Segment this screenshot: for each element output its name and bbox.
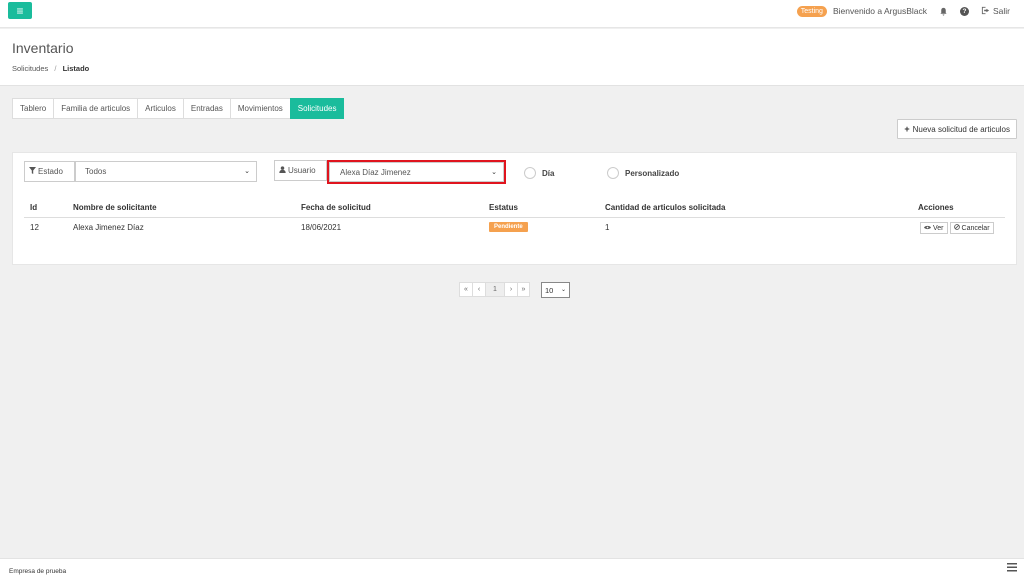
radio-personalizado-circle[interactable] bbox=[607, 167, 619, 179]
usuario-filter-label: Usuario bbox=[274, 160, 327, 181]
column-header-nombre: Nombre de solicitante bbox=[73, 203, 157, 212]
estado-selected-value: Todos bbox=[85, 167, 107, 176]
user-area: Testing Bienvenido a ArgusBlack ? Salir bbox=[796, 3, 1010, 19]
sidebar-toggle-icon[interactable] bbox=[1007, 563, 1017, 572]
column-header-fecha: Fecha de solicitud bbox=[301, 203, 371, 212]
tab-familia-de-articulos[interactable]: Familia de articulos bbox=[53, 98, 138, 119]
column-header-estatus: Estatus bbox=[489, 203, 518, 212]
user-icon bbox=[279, 166, 286, 175]
cell-cantidad: 1 bbox=[605, 223, 610, 232]
plus-icon: + bbox=[904, 124, 910, 134]
top-navbar: ≡ Testing Bienvenido a ArgusBlack ? Sali… bbox=[0, 0, 1024, 28]
row-actions: Ver Cancelar bbox=[920, 222, 994, 234]
cell-nombre: Alexa Jimenez Díaz bbox=[73, 223, 144, 232]
column-header-id: Id bbox=[30, 203, 38, 212]
footer: Empresa de prueba bbox=[0, 558, 1024, 577]
cell-id: 12 bbox=[30, 223, 39, 232]
sign-out-icon bbox=[981, 6, 990, 17]
bell-icon[interactable] bbox=[939, 7, 948, 16]
pagination-page-1[interactable]: 1 bbox=[485, 282, 504, 297]
hamburger-menu-button[interactable]: ≡ bbox=[8, 2, 32, 19]
view-label: Ver bbox=[933, 224, 944, 232]
pagination-prev[interactable]: ‹ bbox=[472, 282, 485, 297]
tab-entradas[interactable]: Entradas bbox=[182, 98, 230, 119]
cancel-label: Cancelar bbox=[961, 224, 990, 232]
page-title: Inventario bbox=[12, 40, 74, 56]
menu-icon: ≡ bbox=[16, 3, 24, 18]
tab-solicitudes[interactable]: Solicitudes bbox=[289, 98, 345, 119]
pagination: « ‹ 1 › » bbox=[459, 282, 530, 297]
column-header-acciones: Acciones bbox=[918, 203, 954, 212]
per-page-select[interactable]: 10 ⌄ bbox=[541, 282, 570, 298]
new-request-label: Nueva solicitud de articulos bbox=[912, 124, 1010, 134]
pagination-last[interactable]: » bbox=[517, 282, 530, 297]
cell-fecha: 18/06/2021 bbox=[301, 223, 342, 232]
chevron-down-icon: ⌄ bbox=[244, 168, 250, 175]
ban-icon bbox=[953, 224, 960, 232]
per-page-value: 10 bbox=[545, 285, 554, 295]
view-button[interactable]: Ver bbox=[920, 222, 948, 234]
logout-label: Salir bbox=[992, 6, 1010, 16]
breadcrumb: Solicitudes / Listado bbox=[12, 64, 89, 73]
radio-dia[interactable]: Día bbox=[524, 167, 554, 179]
estado-label: Estado bbox=[38, 167, 63, 176]
usuario-select-highlight bbox=[327, 160, 506, 184]
eye-icon bbox=[924, 225, 931, 232]
table-row: 12 Alexa Jimenez Díaz 18/06/2021 Pendien… bbox=[24, 220, 1005, 238]
help-icon[interactable]: ? bbox=[959, 6, 969, 16]
usuario-label: Usuario bbox=[288, 166, 316, 175]
page-header: Inventario Solicitudes / Listado bbox=[0, 29, 1024, 86]
cancel-button[interactable]: Cancelar bbox=[949, 222, 994, 234]
logout-button[interactable]: Salir bbox=[981, 6, 1010, 17]
estado-filter-label: Estado bbox=[24, 161, 75, 182]
new-request-button[interactable]: + Nueva solicitud de articulos bbox=[897, 119, 1017, 139]
radio-personalizado[interactable]: Personalizado bbox=[607, 167, 679, 179]
breadcrumb-separator: / bbox=[54, 64, 57, 73]
estado-select[interactable]: Todos ⌄ bbox=[75, 161, 257, 182]
radio-dia-circle[interactable] bbox=[524, 167, 536, 179]
radio-personalizado-label: Personalizado bbox=[625, 168, 680, 178]
environment-badge: Testing bbox=[796, 5, 827, 17]
pagination-next[interactable]: › bbox=[504, 282, 517, 297]
breadcrumb-link-solicitudes[interactable]: Solicitudes bbox=[12, 64, 48, 73]
welcome-text: Bienvenido a ArgusBlack bbox=[832, 6, 927, 16]
column-header-cantidad: Cantidad de articulos solicitada bbox=[605, 203, 726, 212]
status-badge: Pendiente bbox=[489, 222, 528, 232]
tab-movimientos[interactable]: Movimientos bbox=[229, 98, 290, 119]
tab-tablero[interactable]: Tablero bbox=[12, 98, 54, 119]
tab-articulos[interactable]: Articulos bbox=[137, 98, 183, 119]
chevron-down-icon: ⌄ bbox=[560, 287, 566, 293]
table-header: Id Nombre de solicitante Fecha de solici… bbox=[24, 200, 1005, 218]
breadcrumb-current: Listado bbox=[62, 64, 90, 73]
filter-icon bbox=[29, 167, 36, 176]
footer-company: Empresa de prueba bbox=[9, 568, 67, 575]
radio-dia-label: Día bbox=[542, 168, 555, 178]
pagination-first[interactable]: « bbox=[459, 282, 472, 297]
inventory-tabs: Tablero Familia de articulos Articulos E… bbox=[12, 98, 345, 119]
